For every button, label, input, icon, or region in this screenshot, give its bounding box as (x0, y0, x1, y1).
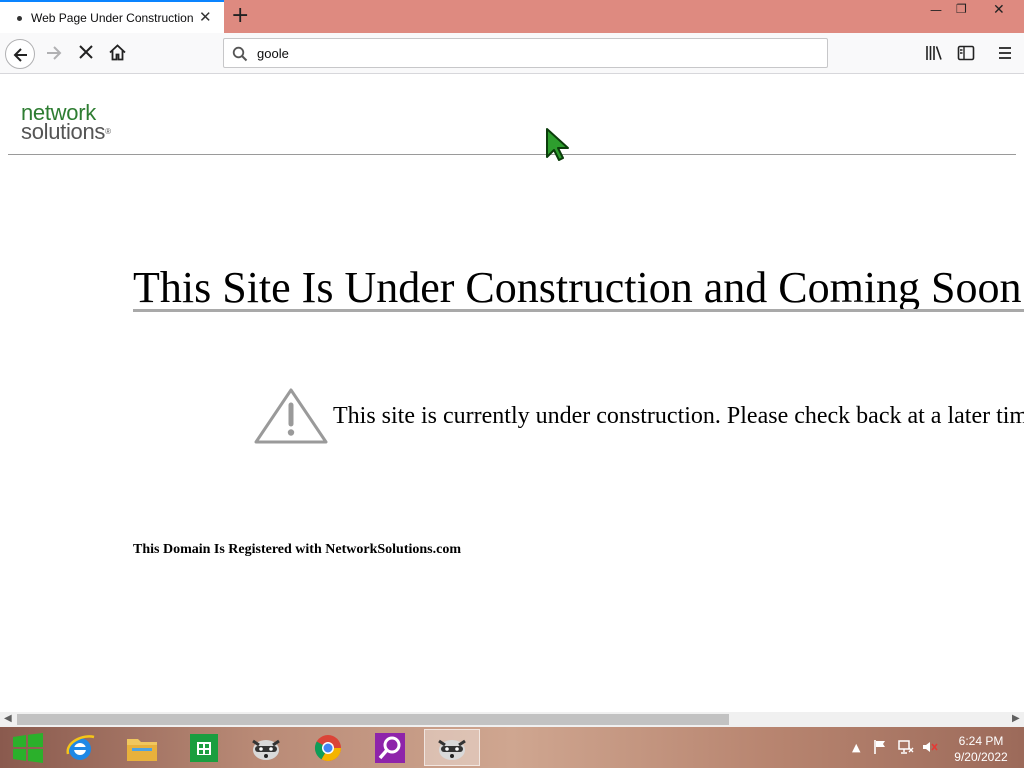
page-content: network solutions® This Site Is Under Co… (0, 74, 1024, 712)
scrollbar-thumb[interactable] (17, 714, 729, 725)
tab-title: Web Page Under Construction (31, 11, 194, 25)
clock-date: 9/20/2022 (954, 750, 1008, 764)
start-button[interactable] (0, 729, 56, 766)
taskbar: ▲ 6:24 PM 9/20/2022 (0, 727, 1024, 768)
address-bar[interactable]: goole (223, 38, 828, 68)
construction-notice: This site is currently under constructio… (333, 403, 1024, 429)
back-button[interactable] (5, 39, 35, 69)
magnifier-app-icon (375, 732, 405, 763)
raccoon-active-icon (438, 739, 466, 760)
store-icon (190, 733, 218, 762)
sidebar-icon[interactable] (957, 45, 975, 61)
registration-note: This Domain Is Registered with NetworkSo… (133, 542, 461, 557)
tab-active[interactable]: Web Page Under Construction ✕ (0, 0, 224, 33)
windows-logo-icon (13, 732, 43, 763)
scroll-left-icon[interactable]: ◀ (4, 713, 12, 724)
taskbar-search-app[interactable] (362, 729, 418, 766)
restore-icon[interactable]: ❐ (956, 2, 967, 16)
chrome-icon (314, 734, 342, 761)
library-icon[interactable] (925, 45, 943, 61)
stop-icon[interactable] (77, 43, 95, 61)
header-divider (8, 154, 1016, 155)
loading-dot-icon (17, 16, 22, 21)
internet-explorer-icon (66, 734, 95, 760)
address-text[interactable]: goole (257, 46, 289, 61)
scroll-right-icon[interactable]: ▶ (1012, 713, 1020, 724)
network-solutions-logo[interactable]: network solutions® (21, 102, 111, 144)
logo-registered-mark: ® (105, 127, 111, 136)
taskbar-chrome[interactable] (300, 729, 356, 766)
headline-underline (133, 309, 1024, 312)
taskbar-raccoon-app-active[interactable] (424, 729, 480, 766)
forward-arrow-icon[interactable] (44, 43, 64, 63)
logo-line-solutions: solutions® (21, 119, 111, 144)
raccoon-icon (252, 739, 280, 760)
hamburger-menu-icon[interactable] (997, 45, 1013, 61)
tab-close-icon[interactable]: ✕ (199, 8, 212, 26)
clock-time: 6:24 PM (958, 734, 1004, 748)
show-hidden-icons-icon[interactable]: ▲ (852, 741, 860, 754)
action-center-flag-icon[interactable] (873, 739, 887, 755)
new-tab-plus-icon[interactable]: + (231, 3, 249, 28)
taskbar-internet-explorer[interactable] (52, 729, 108, 766)
taskbar-raccoon-app[interactable] (238, 729, 294, 766)
window-close-icon[interactable]: ✕ (993, 2, 1005, 18)
minimize-icon[interactable]: — (930, 3, 942, 17)
page-headline: This Site Is Under Construction and Comi… (133, 263, 1024, 312)
logo-solutions-text: solutions (21, 119, 106, 144)
volume-muted-icon[interactable] (922, 740, 938, 754)
back-arrow-icon (13, 48, 27, 62)
folder-icon (127, 738, 157, 761)
taskbar-store[interactable] (176, 729, 232, 766)
mouse-cursor-icon (546, 128, 569, 161)
system-clock[interactable]: 6:24 PM 9/20/2022 (950, 733, 1012, 765)
horizontal-scrollbar[interactable]: ◀ ▶ (0, 712, 1024, 727)
home-icon[interactable] (108, 43, 127, 62)
navigation-bar: goole (0, 33, 1024, 74)
warning-triangle-icon (254, 388, 328, 444)
tab-strip: Web Page Under Construction ✕ + — ❐ ✕ (0, 0, 1024, 33)
network-icon[interactable] (898, 739, 914, 755)
search-icon (232, 46, 248, 62)
taskbar-file-explorer[interactable] (114, 729, 170, 766)
